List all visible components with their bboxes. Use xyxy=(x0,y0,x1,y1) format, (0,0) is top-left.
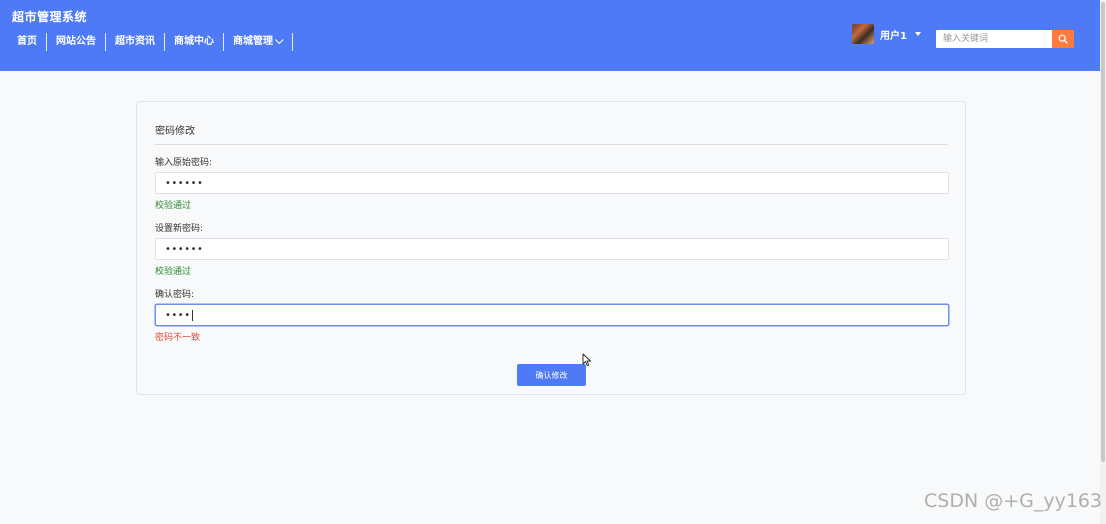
nav-item-mall-center[interactable]: 商城中心 xyxy=(165,33,224,51)
new-password-label: 设置新密码: xyxy=(155,224,204,234)
confirm-password-label: 确认密码: xyxy=(155,290,195,300)
form-title: 密码修改 xyxy=(155,126,195,137)
app-title: 超市管理系统 xyxy=(12,10,88,24)
user-menu[interactable]: 用户1 xyxy=(852,24,921,44)
nav-item-label: 商城管理 xyxy=(233,36,273,47)
text-cursor xyxy=(191,309,193,321)
search-button[interactable] xyxy=(1052,30,1074,48)
nav-item-label: 商城中心 xyxy=(174,36,214,47)
old-password-value: •••••• xyxy=(165,177,204,189)
main-nav: 首页 网站公告 超市资讯 商城中心 商城管理 xyxy=(8,33,293,51)
nav-item-announcements[interactable]: 网站公告 xyxy=(47,33,106,51)
user-name: 用户1 xyxy=(880,30,907,42)
new-password-value: •••••• xyxy=(165,243,204,255)
old-password-label: 输入原始密码: xyxy=(155,158,213,168)
confirm-change-button[interactable]: 确认修改 xyxy=(517,364,586,386)
confirm-password-error: 密码不一致 xyxy=(155,333,201,343)
scrollbar-thumb[interactable] xyxy=(1101,2,1105,462)
search-input[interactable] xyxy=(936,30,1052,48)
watermark: CSDN @+G_yy163 xyxy=(924,490,1103,512)
search-box xyxy=(936,30,1074,48)
old-password-status: 校验通过 xyxy=(155,201,192,211)
caret-down-icon xyxy=(914,32,921,36)
new-password-status: 校验通过 xyxy=(155,267,192,277)
top-header: 超市管理系统 首页 网站公告 超市资讯 商城中心 商城管理 用户1 xyxy=(0,0,1106,71)
old-password-input[interactable]: •••••• xyxy=(155,172,949,194)
chevron-down-icon xyxy=(275,35,284,45)
nav-item-label: 网站公告 xyxy=(56,36,96,47)
mouse-pointer-icon xyxy=(582,353,591,367)
title-divider xyxy=(155,144,948,145)
nav-item-news[interactable]: 超市资讯 xyxy=(106,33,165,51)
nav-item-mall-management[interactable]: 商城管理 xyxy=(224,33,293,51)
page-scrollbar[interactable] xyxy=(1100,0,1106,524)
confirm-password-input[interactable]: •••• xyxy=(155,304,949,326)
password-form-card: 密码修改 输入原始密码: •••••• 校验通过 设置新密码: •••••• 校… xyxy=(136,101,966,395)
search-icon xyxy=(1058,34,1068,44)
nav-item-home[interactable]: 首页 xyxy=(8,33,47,51)
confirm-password-value: •••• xyxy=(165,309,191,321)
new-password-input[interactable]: •••••• xyxy=(155,238,949,260)
nav-item-label: 超市资讯 xyxy=(115,36,155,47)
avatar xyxy=(852,24,874,44)
nav-item-label: 首页 xyxy=(17,36,37,47)
